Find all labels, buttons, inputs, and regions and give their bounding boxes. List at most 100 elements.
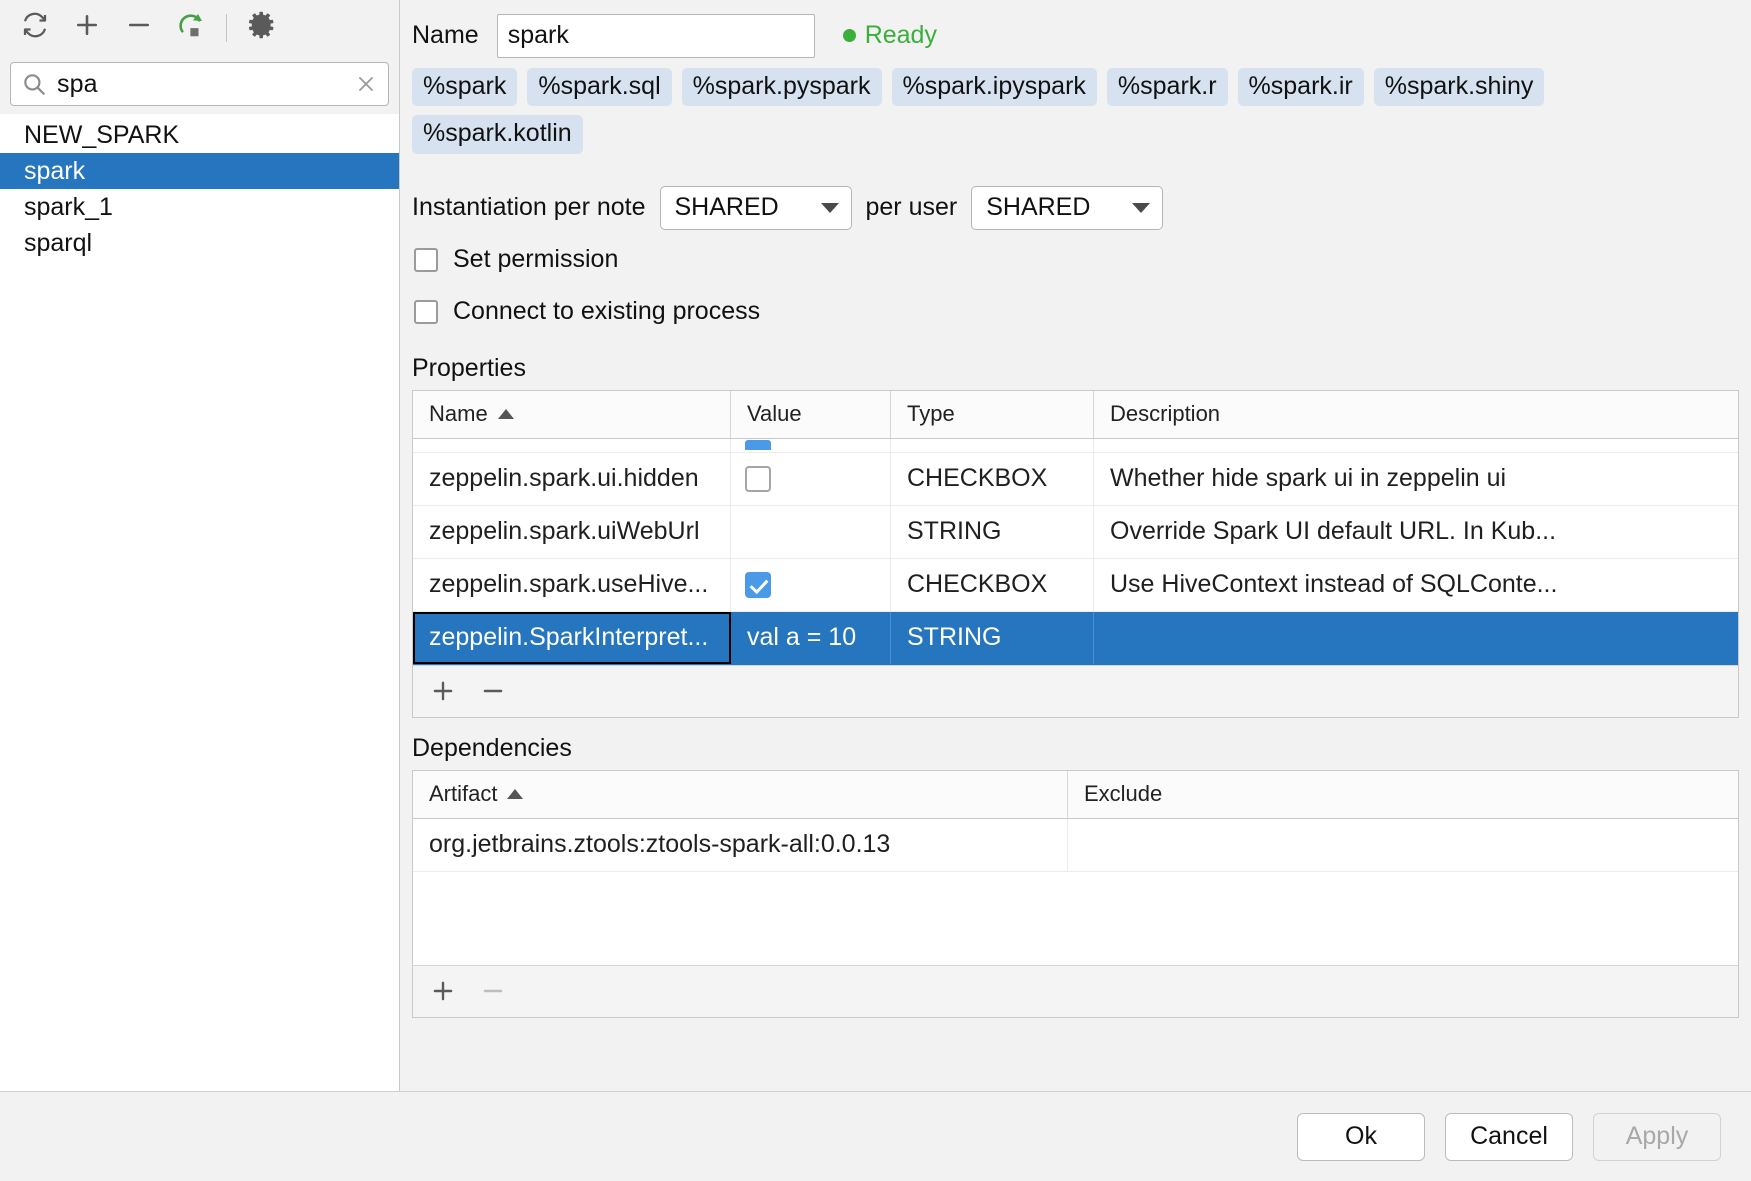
interpreter-tag: %spark.sql (527, 68, 671, 106)
column-header-exclude[interactable]: Exclude (1068, 771, 1738, 818)
instantiation-per-note-select[interactable]: SHARED (660, 186, 852, 230)
cell-type (891, 439, 1094, 452)
cell-type: CHECKBOX (891, 559, 1094, 611)
refresh-button[interactable] (12, 6, 58, 50)
cell-value[interactable] (731, 559, 891, 611)
table-row[interactable]: zeppelin.SparkInterpret... val a = 10 ST… (413, 612, 1738, 665)
chevron-down-icon (1132, 203, 1150, 213)
connect-existing-process-checkbox[interactable]: Connect to existing process (400, 286, 1739, 338)
table-row[interactable]: org.jetbrains.ztools:ztools-spark-all:0.… (413, 819, 1738, 872)
interpreter-list: NEW_SPARK spark spark_1 sparql (0, 114, 399, 1091)
dialog-footer: Ok Cancel Apply (0, 1091, 1751, 1181)
column-label: Exclude (1084, 781, 1162, 807)
restart-interpreter-button[interactable] (168, 6, 214, 50)
status-badge: Ready (843, 21, 937, 50)
properties-table-body: zeppelin.spark.ui.hidden CHECKBOX Whethe… (413, 439, 1738, 665)
dependencies-table-body: org.jetbrains.ztools:ztools-spark-all:0.… (413, 819, 1738, 965)
cell-value[interactable] (731, 506, 891, 558)
add-dependency-button[interactable] (429, 977, 457, 1005)
cell-description (1094, 612, 1738, 664)
list-item[interactable]: spark (0, 153, 399, 189)
properties-table-footer (413, 665, 1738, 717)
clear-search-icon[interactable] (354, 72, 378, 96)
set-permission-checkbox[interactable]: Set permission (400, 234, 1739, 286)
ok-button[interactable]: Ok (1297, 1113, 1425, 1161)
interpreter-tag: %spark.shiny (1374, 68, 1545, 106)
column-header-type[interactable]: Type (891, 391, 1094, 438)
list-item[interactable]: sparql (0, 225, 399, 261)
column-header-name[interactable]: Name (413, 391, 731, 438)
per-note-value: SHARED (675, 193, 779, 222)
name-label: Name (412, 21, 479, 50)
name-field[interactable] (497, 14, 815, 58)
checkbox-box-icon (414, 300, 438, 324)
interpreter-detail-pane: Name Ready %spark %spark.sql %spark.pysp… (400, 0, 1751, 1091)
column-header-value[interactable]: Value (731, 391, 891, 438)
cell-value[interactable] (731, 453, 891, 505)
search-area: spa (0, 55, 399, 114)
search-icon (21, 71, 47, 97)
sort-ascending-icon (498, 409, 514, 419)
cell-description: Use HiveContext instead of SQLConte... (1094, 559, 1738, 611)
table-row[interactable]: zeppelin.spark.ui.hidden CHECKBOX Whethe… (413, 453, 1738, 506)
chevron-down-icon (821, 203, 839, 213)
add-property-button[interactable] (429, 677, 457, 705)
add-interpreter-button[interactable] (64, 6, 110, 50)
minus-icon (480, 978, 506, 1004)
search-value: spa (57, 72, 344, 97)
column-header-artifact[interactable]: Artifact (413, 771, 1068, 818)
detail-scrollbar[interactable] (1739, 0, 1751, 1091)
cell-exclude[interactable] (1068, 819, 1738, 871)
cell-name (413, 439, 731, 452)
checkbox-unchecked-icon[interactable] (745, 466, 771, 492)
settings-button[interactable] (239, 6, 285, 50)
column-label: Value (747, 401, 802, 427)
list-item[interactable]: NEW_SPARK (0, 117, 399, 153)
dialog-body: spa NEW_SPARK spark spark_1 sparql (0, 0, 1751, 1091)
remove-interpreter-button[interactable] (116, 6, 162, 50)
cell-name[interactable]: zeppelin.SparkInterpret... (413, 612, 731, 664)
interpreter-tag: %spark.kotlin (412, 115, 583, 153)
checkbox-checked-icon[interactable] (745, 572, 771, 598)
interpreter-tag: %spark.ipyspark (892, 68, 1097, 106)
cell-description (1094, 439, 1738, 452)
cancel-button[interactable]: Cancel (1445, 1113, 1573, 1161)
cell-value[interactable]: val a = 10 (731, 612, 891, 664)
sort-ascending-icon (507, 789, 523, 799)
interpreter-settings-dialog: spa NEW_SPARK spark spark_1 sparql (0, 0, 1751, 1181)
dependencies-table-footer (413, 965, 1738, 1017)
remove-dependency-button (479, 977, 507, 1005)
column-header-description[interactable]: Description (1094, 391, 1738, 438)
instantiation-per-user-select[interactable]: SHARED (971, 186, 1163, 230)
checkbox-checked-icon (745, 440, 771, 450)
instantiation-per-note-label: Instantiation per note (412, 193, 646, 222)
interpreter-tags: %spark %spark.sql %spark.pyspark %spark.… (400, 58, 1650, 160)
properties-table: Name Value Type Description (412, 390, 1739, 718)
remove-property-button[interactable] (479, 677, 507, 705)
gear-icon (247, 10, 277, 45)
cell-description: Whether hide spark ui in zeppelin ui (1094, 453, 1738, 505)
per-user-value: SHARED (986, 193, 1090, 222)
checkbox-box-icon (414, 248, 438, 272)
cell-artifact: org.jetbrains.ztools:ztools-spark-all:0.… (413, 819, 1068, 871)
plus-icon (430, 678, 456, 704)
instantiation-row: Instantiation per note SHARED per user S… (400, 160, 1739, 234)
name-row: Name Ready (400, 0, 1739, 58)
table-row[interactable] (413, 439, 1738, 453)
detail-scroll-area: Name Ready %spark %spark.sql %spark.pysp… (400, 0, 1751, 1091)
properties-table-header: Name Value Type Description (413, 391, 1738, 439)
list-item[interactable]: spark_1 (0, 189, 399, 225)
table-row[interactable]: zeppelin.spark.uiWebUrl STRING Override … (413, 506, 1738, 559)
column-label: Type (907, 401, 955, 427)
toolbar-separator (226, 14, 227, 42)
dependencies-table-header: Artifact Exclude (413, 771, 1738, 819)
interpreter-list-pane: spa NEW_SPARK spark spark_1 sparql (0, 0, 400, 1091)
dependencies-empty-area (413, 872, 1738, 965)
cell-name: zeppelin.spark.uiWebUrl (413, 506, 731, 558)
table-row[interactable]: zeppelin.spark.useHive... CHECKBOX Use H… (413, 559, 1738, 612)
minus-icon (480, 678, 506, 704)
list-toolbar (0, 0, 399, 55)
cell-value[interactable] (731, 439, 891, 452)
search-input[interactable]: spa (10, 62, 389, 106)
refresh-icon (20, 10, 50, 45)
